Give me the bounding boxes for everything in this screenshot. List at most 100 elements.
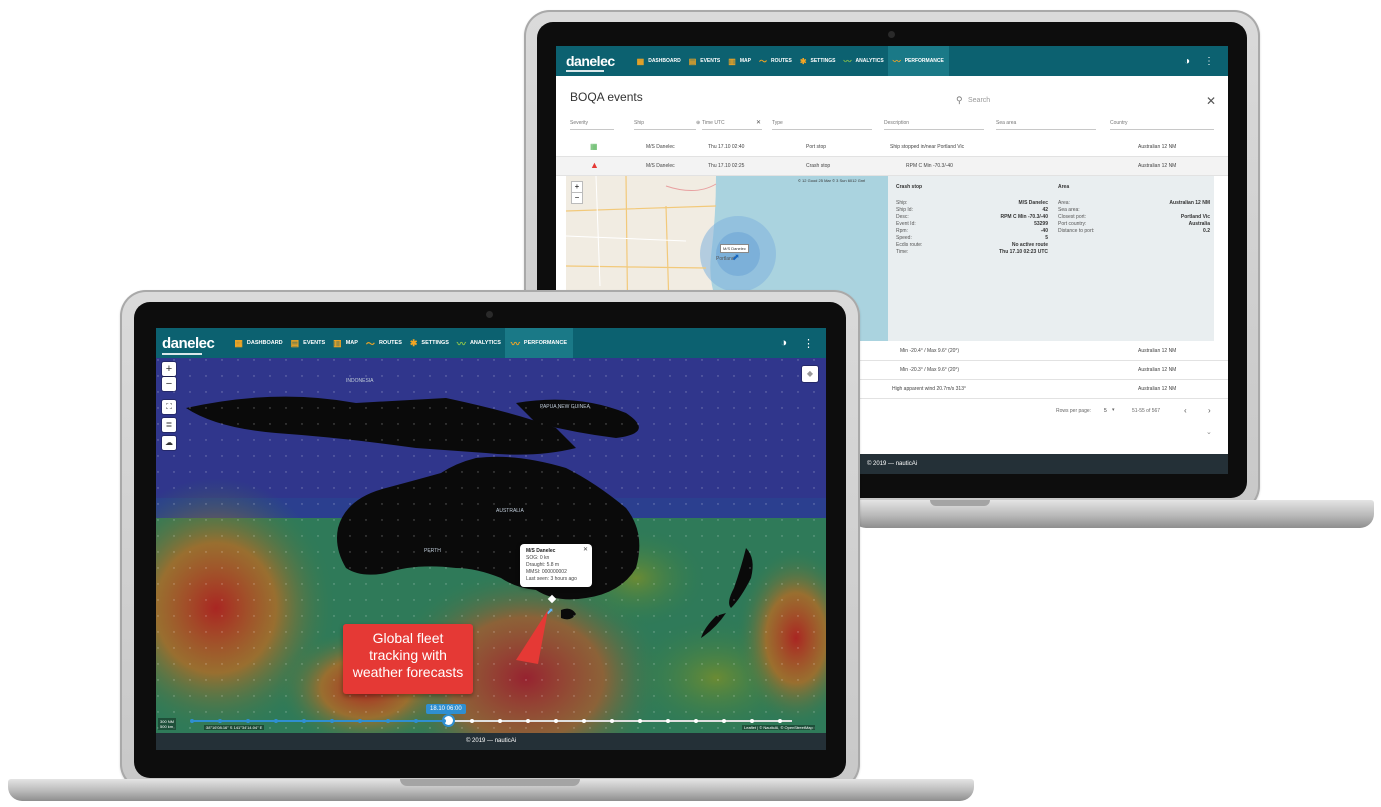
contrast-icon[interactable]: ◑ bbox=[780, 337, 787, 349]
back-tab-routes[interactable]: 〜 ROUTES bbox=[755, 46, 796, 76]
event-title: Crash stop bbox=[896, 184, 923, 190]
expand-more-icon[interactable]: ⌄ bbox=[1206, 428, 1212, 436]
more-vert-icon[interactable]: ⋮ bbox=[1204, 56, 1214, 67]
zoom-in-button[interactable]: + bbox=[162, 362, 176, 376]
front-appbar: danelec ▦ DASHBOARD ▤ EVENTS ▥ MAP 〜 ROUTES … bbox=[156, 328, 826, 358]
timeline-step[interactable] bbox=[302, 719, 306, 723]
front-tab-settings[interactable]: ✱ SETTINGS bbox=[406, 328, 453, 358]
timeline-step[interactable] bbox=[386, 719, 390, 723]
mini-map-legend: © 12 Good 25 Mar © 3 Sun 6012 Gnrl bbox=[798, 178, 866, 183]
timeline-current: 18.10 06:00 bbox=[426, 704, 466, 714]
dashboard-icon: ▦ bbox=[636, 56, 645, 66]
analytics-icon: 〰 bbox=[843, 56, 852, 66]
clear-filter-icon[interactable]: ✕ bbox=[756, 119, 761, 126]
fullscreen-icon[interactable]: ⛶ bbox=[162, 400, 176, 414]
back-tab-settings[interactable]: ✱ SETTINGS bbox=[796, 46, 840, 76]
col-time[interactable]: Time UTC bbox=[702, 120, 762, 130]
timeline-step[interactable] bbox=[274, 719, 278, 723]
timeline-step[interactable] bbox=[610, 719, 614, 723]
front-tab-performance[interactable]: 〰 PERFORMANCE bbox=[504, 328, 574, 358]
front-tab-events[interactable]: ▤ EVENTS bbox=[287, 328, 330, 358]
col-country[interactable]: Country bbox=[1110, 120, 1214, 130]
back-tab-events[interactable]: ▤ EVENTS bbox=[685, 46, 725, 76]
feature-callout: Global fleet tracking with weather forec… bbox=[343, 624, 473, 694]
timeline-step[interactable] bbox=[554, 719, 558, 723]
chevron-down-icon[interactable]: ▾ bbox=[1112, 407, 1115, 413]
popup-title: M/S Danelec bbox=[526, 548, 556, 554]
routes-icon: 〜 bbox=[365, 338, 375, 349]
back-tab-dashboard[interactable]: ▦ DASHBOARD bbox=[633, 46, 685, 76]
front-tab-analytics[interactable]: 〰 ANALYTICS bbox=[453, 328, 505, 358]
area-title: Area bbox=[1058, 184, 1070, 190]
layers-icon[interactable]: ≣ bbox=[162, 418, 176, 432]
mini-zoom-in[interactable]: + bbox=[572, 182, 582, 192]
timeline-step[interactable] bbox=[190, 719, 194, 723]
event-detail-panel: Crash stop Ship: M/S Danelec Ship Id: 42 D… bbox=[888, 176, 1214, 341]
performance-icon: 〰 bbox=[510, 338, 520, 349]
timeline-step[interactable] bbox=[246, 719, 250, 723]
timeline-step[interactable] bbox=[414, 719, 418, 723]
timeline-step[interactable] bbox=[666, 719, 670, 723]
timeline-step[interactable] bbox=[694, 719, 698, 723]
vessel-popup: M/S Danelec ✕ SOG: 0 kn Draught: 5.8 m M… bbox=[520, 544, 592, 587]
page-title: BOQA events bbox=[570, 90, 643, 104]
zoom-out-button[interactable]: − bbox=[162, 377, 176, 391]
front-logo[interactable]: danelec bbox=[162, 335, 215, 355]
col-type[interactable]: Type bbox=[772, 120, 872, 130]
layer-switcher-icon[interactable]: ◆ bbox=[802, 366, 818, 382]
ship-marker-icon[interactable]: ⬈ bbox=[732, 252, 740, 263]
rows-per-page-select[interactable]: 5 bbox=[1104, 408, 1107, 414]
col-sea-area[interactable]: Sea area bbox=[996, 120, 1096, 130]
timeline-step[interactable] bbox=[526, 719, 530, 723]
prev-page-icon[interactable]: ‹ bbox=[1184, 406, 1187, 415]
timeline-step[interactable] bbox=[722, 719, 726, 723]
col-ship[interactable]: Ship bbox=[634, 120, 696, 130]
map-icon: ▥ bbox=[333, 337, 342, 348]
sort-icon[interactable]: ⊕ bbox=[696, 120, 700, 126]
weather-map-tiles bbox=[156, 358, 826, 733]
map-label-australia: AUSTRALIA bbox=[496, 508, 524, 514]
back-logo[interactable]: danelec bbox=[566, 53, 615, 72]
col-severity[interactable]: Severity bbox=[570, 120, 614, 130]
analytics-icon: 〰 bbox=[456, 338, 466, 349]
timeline-step[interactable] bbox=[498, 719, 502, 723]
timeline-step[interactable] bbox=[470, 719, 474, 723]
close-icon[interactable]: ✕ bbox=[1206, 94, 1216, 108]
performance-icon: 〰 bbox=[892, 56, 901, 66]
map-label-perth: PERTH bbox=[424, 548, 441, 554]
weather-cloud-icon[interactable]: ☁ bbox=[162, 436, 176, 450]
timeline-step[interactable] bbox=[442, 719, 446, 723]
back-camera bbox=[888, 31, 895, 38]
front-tab-dashboard[interactable]: ▦ DASHBOARD bbox=[230, 328, 286, 358]
front-tab-routes[interactable]: 〜 ROUTES bbox=[362, 328, 406, 358]
timeline-step[interactable] bbox=[330, 719, 334, 723]
search-icon[interactable]: ⚲ bbox=[956, 95, 963, 106]
weather-map[interactable]: AUSTRALIA PERTH PAPUA NEW GUINEA INDONES… bbox=[156, 358, 826, 733]
next-page-icon[interactable]: › bbox=[1208, 406, 1211, 415]
search-input[interactable]: Search bbox=[968, 97, 990, 104]
back-tab-analytics[interactable]: 〰 ANALYTICS bbox=[840, 46, 888, 76]
front-tab-map[interactable]: ▥ MAP bbox=[329, 328, 362, 358]
back-appbar: danelec ▦ DASHBOARD ▤ EVENTS ▥ MAP 〜 ROUTES … bbox=[556, 46, 1228, 76]
front-laptop-notch bbox=[400, 779, 580, 786]
table-row[interactable]: ▲ M/S Danelec Thu 17.10 02:25 Crash stop… bbox=[556, 157, 1228, 176]
mini-zoom-out[interactable]: − bbox=[572, 193, 582, 203]
more-vert-icon[interactable]: ⋮ bbox=[803, 337, 814, 350]
col-description[interactable]: Description bbox=[884, 120, 984, 130]
calendar-check-icon: ▦ bbox=[590, 142, 598, 151]
timeline-step[interactable] bbox=[582, 719, 586, 723]
timeline-step[interactable] bbox=[638, 719, 642, 723]
calendar-icon: ▤ bbox=[688, 56, 697, 66]
timeline-step[interactable] bbox=[358, 719, 362, 723]
back-tab-map[interactable]: ▥ MAP bbox=[724, 46, 755, 76]
contrast-icon[interactable]: ◑ bbox=[1184, 56, 1190, 67]
timeline-step[interactable] bbox=[750, 719, 754, 723]
table-row[interactable]: ▦ M/S Danelec Thu 17.10 02:40 Port stop … bbox=[556, 138, 1228, 157]
map-attribution[interactable]: Leaflet | © NauticAi, © OpenStreetMap bbox=[742, 725, 815, 730]
timeline-step[interactable] bbox=[218, 719, 222, 723]
cursor-coordinates: 38°16'08.16" S 141°34'14.04" E bbox=[204, 725, 265, 730]
back-nav: ▦ DASHBOARD ▤ EVENTS ▥ MAP 〜 ROUTES ✱ SETTING… bbox=[633, 46, 949, 76]
back-tab-performance[interactable]: 〰 PERFORMANCE bbox=[887, 46, 949, 76]
timeline-step[interactable] bbox=[778, 719, 782, 723]
popup-close-icon[interactable]: ✕ bbox=[583, 547, 588, 554]
